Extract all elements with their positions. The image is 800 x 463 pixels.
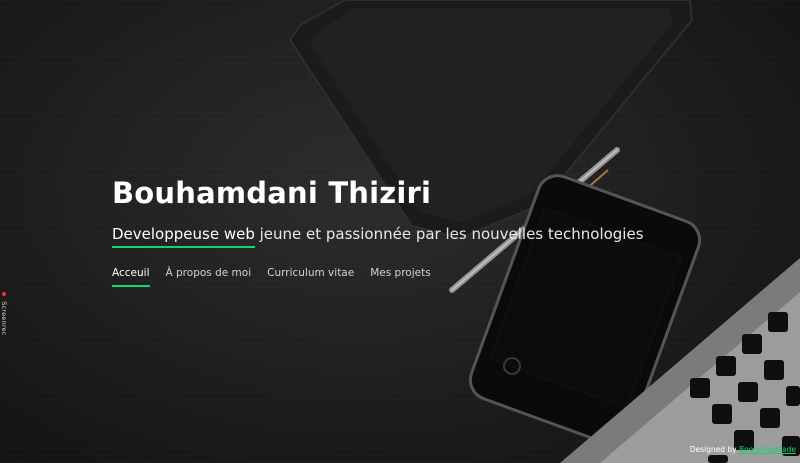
nav-item-mes-projets[interactable]: Mes projets bbox=[370, 267, 430, 287]
record-dot-icon bbox=[2, 292, 6, 296]
footer-credits: Designed by BootstrapMade bbox=[690, 445, 796, 454]
credits-link[interactable]: BootstrapMade bbox=[739, 445, 796, 454]
credits-prefix: Designed by bbox=[689, 445, 739, 454]
hero-section: Bouhamdani Thiziri Developpeuse web jeun… bbox=[0, 0, 800, 463]
hero-tagline: Developpeuse web jeune et passionnée par… bbox=[112, 225, 644, 248]
main-nav: Acceuil À propos de moi Curriculum vitae… bbox=[112, 267, 431, 287]
tagline-rest: jeune et passionnée par les nouvelles te… bbox=[254, 225, 644, 243]
screenrec-label: Screenrec bbox=[0, 301, 8, 336]
hero-name: Bouhamdani Thiziri bbox=[112, 176, 432, 210]
nav-item-curriculum-vitae[interactable]: Curriculum vitae bbox=[267, 267, 354, 287]
screenrec-badge[interactable]: Screenrec bbox=[0, 292, 8, 336]
nav-item-acceuil[interactable]: Acceuil bbox=[112, 267, 150, 287]
nav-item-a-propos[interactable]: À propos de moi bbox=[166, 267, 252, 287]
tagline-highlight: Developpeuse web bbox=[112, 225, 255, 248]
